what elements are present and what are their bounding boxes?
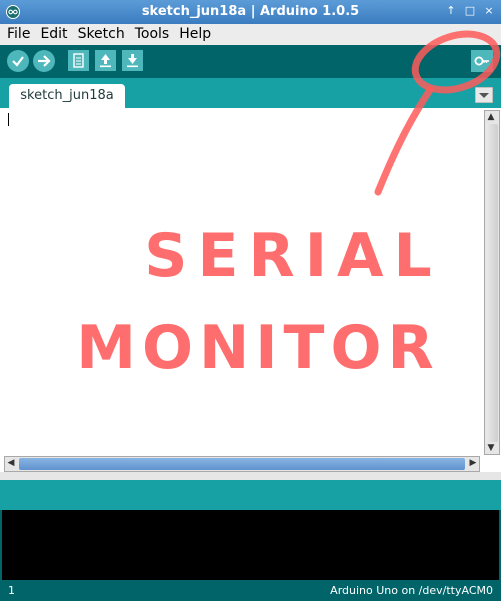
open-icon xyxy=(100,54,111,68)
tab-menu-arrow-icon[interactable] xyxy=(475,87,493,103)
menu-help[interactable]: Help xyxy=(174,24,216,45)
tab-bar: sketch_jun18a xyxy=(0,78,501,108)
scroll-right-icon[interactable]: ▶ xyxy=(467,457,479,469)
status-bar: 1 Arduino Uno on /dev/ttyACM0 xyxy=(0,580,501,601)
vertical-scrollbar[interactable]: ▲ ▼ xyxy=(484,110,500,455)
close-icon[interactable]: × xyxy=(481,3,497,19)
restore-up-icon[interactable]: ↑ xyxy=(443,3,459,19)
open-button[interactable] xyxy=(95,50,116,71)
scroll-left-icon[interactable]: ◀ xyxy=(5,457,17,469)
vertical-scroll-thumb[interactable] xyxy=(486,124,498,442)
window-titlebar: sketch_jun18a | Arduino 1.0.5 ↑ □ × xyxy=(0,0,501,24)
split-divider[interactable] xyxy=(0,472,501,484)
maximize-icon[interactable]: □ xyxy=(462,3,478,19)
upload-icon xyxy=(38,55,51,67)
new-button[interactable] xyxy=(68,50,89,71)
verify-button[interactable] xyxy=(7,50,29,72)
tab-sketch[interactable]: sketch_jun18a xyxy=(9,84,125,108)
serial-monitor-icon xyxy=(474,56,489,66)
scroll-up-icon[interactable]: ▲ xyxy=(485,111,497,123)
console-message-area xyxy=(0,480,501,510)
line-number: 1 xyxy=(8,584,15,597)
menu-edit[interactable]: Edit xyxy=(35,24,72,45)
save-icon xyxy=(127,54,138,68)
serial-monitor-button[interactable] xyxy=(471,50,493,72)
menu-sketch[interactable]: Sketch xyxy=(73,24,130,45)
scroll-down-icon[interactable]: ▼ xyxy=(485,442,497,454)
board-port-info: Arduino Uno on /dev/ttyACM0 xyxy=(330,584,493,597)
verify-icon xyxy=(12,56,24,67)
horizontal-scroll-thumb[interactable] xyxy=(19,458,465,470)
toolbar xyxy=(0,45,501,78)
horizontal-scrollbar[interactable]: ◀ ▶ xyxy=(4,456,480,472)
save-button[interactable] xyxy=(122,50,143,71)
window-title: sketch_jun18a | Arduino 1.0.5 xyxy=(141,4,360,19)
menu-bar: File Edit Sketch Tools Help xyxy=(0,24,501,46)
text-caret xyxy=(8,113,9,126)
menu-file[interactable]: File xyxy=(0,24,35,45)
upload-button[interactable] xyxy=(33,50,55,72)
code-editor[interactable] xyxy=(2,108,484,455)
console-output xyxy=(0,510,501,580)
menu-tools[interactable]: Tools xyxy=(130,24,175,45)
new-icon xyxy=(73,53,84,68)
